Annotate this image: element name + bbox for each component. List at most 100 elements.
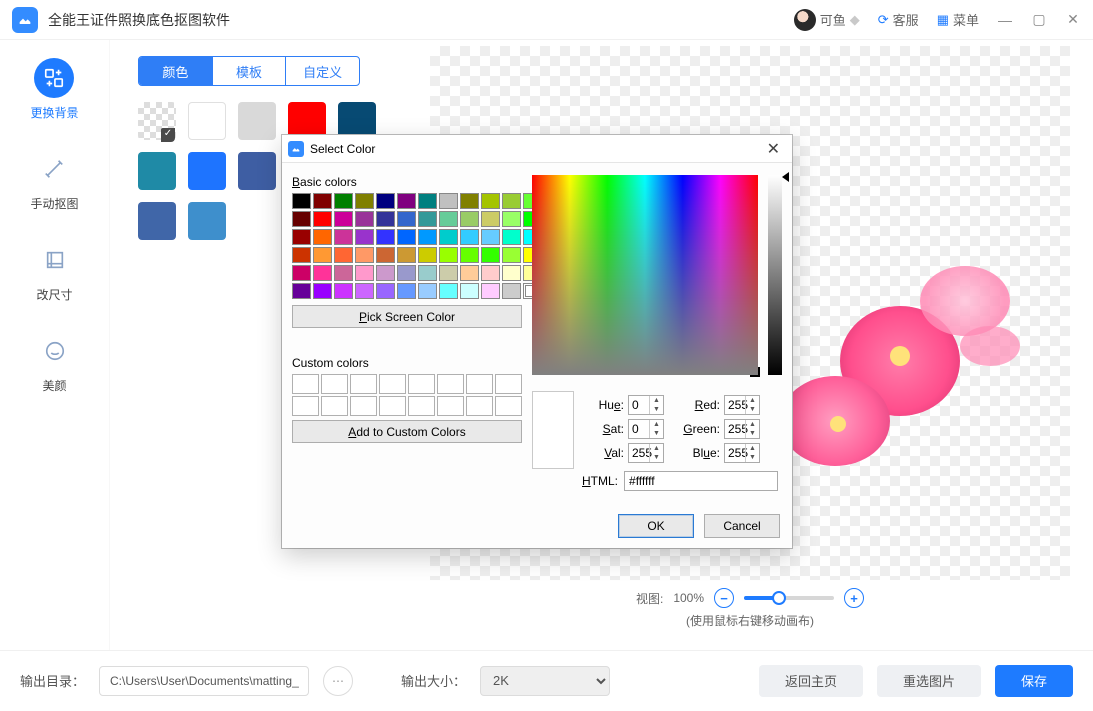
basic-color-swatch[interactable]	[397, 229, 416, 245]
custom-color-slot[interactable]	[495, 396, 522, 416]
support-link[interactable]: ⟳ 客服	[878, 10, 919, 29]
basic-color-swatch[interactable]	[481, 211, 500, 227]
basic-color-swatch[interactable]	[355, 211, 374, 227]
custom-color-slot[interactable]	[292, 396, 319, 416]
basic-color-swatch[interactable]	[292, 211, 311, 227]
basic-color-swatch[interactable]	[292, 229, 311, 245]
zoom-slider[interactable]	[744, 596, 834, 600]
reset-button[interactable]: 重选图片	[877, 665, 981, 697]
basic-color-swatch[interactable]	[418, 265, 437, 281]
back-button[interactable]: 返回主页	[759, 665, 863, 697]
basic-color-swatch[interactable]	[460, 265, 479, 281]
basic-color-swatch[interactable]	[439, 247, 458, 263]
dialog-titlebar[interactable]: Select Color ✕	[282, 135, 792, 163]
custom-color-slot[interactable]	[466, 374, 493, 394]
basic-color-swatch[interactable]	[460, 229, 479, 245]
basic-color-swatch[interactable]	[397, 211, 416, 227]
basic-color-swatch[interactable]	[313, 211, 332, 227]
basic-color-swatch[interactable]	[334, 229, 353, 245]
custom-color-slot[interactable]	[292, 374, 319, 394]
basic-color-swatch[interactable]	[439, 229, 458, 245]
basic-color-swatch[interactable]	[481, 193, 500, 209]
basic-color-swatch[interactable]	[376, 247, 395, 263]
basic-color-swatch[interactable]	[292, 193, 311, 209]
basic-color-swatch[interactable]	[418, 247, 437, 263]
minimize-button[interactable]: —	[997, 12, 1013, 28]
basic-color-swatch[interactable]	[502, 265, 521, 281]
basic-color-swatch[interactable]	[334, 247, 353, 263]
basic-color-swatch[interactable]	[502, 247, 521, 263]
basic-color-swatch[interactable]	[439, 283, 458, 299]
basic-color-swatch[interactable]	[439, 265, 458, 281]
zoom-out-button[interactable]: −	[714, 588, 734, 608]
basic-color-swatch[interactable]	[502, 211, 521, 227]
basic-color-swatch[interactable]	[334, 211, 353, 227]
blue-input[interactable]: 255▲▼	[724, 443, 760, 463]
out-size-select[interactable]: 2K	[480, 666, 610, 696]
sidebar-item-change-bg[interactable]: 更换背景	[30, 58, 78, 121]
basic-color-swatch[interactable]	[481, 229, 500, 245]
user-chip[interactable]: 可鱼 ◆	[794, 9, 860, 31]
basic-color-swatch[interactable]	[292, 247, 311, 263]
color-swatch[interactable]	[138, 152, 176, 190]
basic-color-swatch[interactable]	[418, 229, 437, 245]
tab-color[interactable]: 颜色	[139, 57, 213, 85]
green-input[interactable]: 255▲▼	[724, 419, 760, 439]
basic-color-swatch[interactable]	[502, 229, 521, 245]
custom-color-slot[interactable]	[350, 396, 377, 416]
sidebar-item-resize[interactable]: 改尺寸	[35, 240, 75, 303]
color-swatch[interactable]	[188, 102, 226, 140]
tab-template[interactable]: 模板	[213, 57, 287, 85]
basic-color-swatch[interactable]	[355, 247, 374, 263]
close-button[interactable]: ✕	[1065, 11, 1081, 28]
custom-color-slot[interactable]	[466, 396, 493, 416]
color-swatch[interactable]	[188, 152, 226, 190]
color-swatch[interactable]	[238, 152, 276, 190]
basic-color-swatch[interactable]	[376, 211, 395, 227]
basic-color-swatch[interactable]	[376, 229, 395, 245]
ok-button[interactable]: OK	[618, 514, 694, 538]
color-gradient-picker[interactable]	[532, 175, 758, 375]
basic-color-swatch[interactable]	[502, 283, 521, 299]
color-swatch[interactable]	[188, 202, 226, 240]
custom-color-slot[interactable]	[437, 396, 464, 416]
cancel-button[interactable]: Cancel	[704, 514, 780, 538]
sidebar-item-beauty[interactable]: 美颜	[35, 331, 75, 394]
sat-input[interactable]: 0▲▼	[628, 419, 664, 439]
basic-color-swatch[interactable]	[313, 247, 332, 263]
custom-color-slot[interactable]	[495, 374, 522, 394]
basic-color-swatch[interactable]	[313, 265, 332, 281]
color-swatch[interactable]	[138, 102, 176, 140]
basic-color-swatch[interactable]	[334, 265, 353, 281]
basic-color-swatch[interactable]	[397, 283, 416, 299]
custom-color-slot[interactable]	[321, 396, 348, 416]
html-input[interactable]: #ffffff	[624, 471, 778, 491]
add-custom-color-button[interactable]: Add to Custom Colors	[292, 420, 522, 443]
basic-color-swatch[interactable]	[292, 265, 311, 281]
basic-color-swatch[interactable]	[460, 211, 479, 227]
value-slider[interactable]	[768, 175, 782, 375]
custom-color-slot[interactable]	[408, 374, 435, 394]
red-input[interactable]: 255▲▼	[724, 395, 760, 415]
hue-input[interactable]: 0▲▼	[628, 395, 664, 415]
basic-color-swatch[interactable]	[376, 265, 395, 281]
basic-color-swatch[interactable]	[460, 193, 479, 209]
custom-color-slot[interactable]	[321, 374, 348, 394]
basic-color-swatch[interactable]	[376, 283, 395, 299]
custom-color-slot[interactable]	[408, 396, 435, 416]
basic-color-swatch[interactable]	[397, 265, 416, 281]
sidebar-item-manual-cutout[interactable]: 手动抠图	[30, 149, 78, 212]
custom-color-slot[interactable]	[350, 374, 377, 394]
browse-button[interactable]: ⋯	[323, 666, 353, 696]
basic-color-swatch[interactable]	[313, 283, 332, 299]
basic-color-swatch[interactable]	[355, 265, 374, 281]
basic-color-swatch[interactable]	[313, 193, 332, 209]
basic-color-swatch[interactable]	[481, 247, 500, 263]
val-input[interactable]: 255▲▼	[628, 443, 664, 463]
basic-color-swatch[interactable]	[334, 283, 353, 299]
basic-color-swatch[interactable]	[439, 211, 458, 227]
basic-color-swatch[interactable]	[397, 193, 416, 209]
basic-color-swatch[interactable]	[355, 283, 374, 299]
basic-color-swatch[interactable]	[376, 193, 395, 209]
basic-color-swatch[interactable]	[481, 283, 500, 299]
